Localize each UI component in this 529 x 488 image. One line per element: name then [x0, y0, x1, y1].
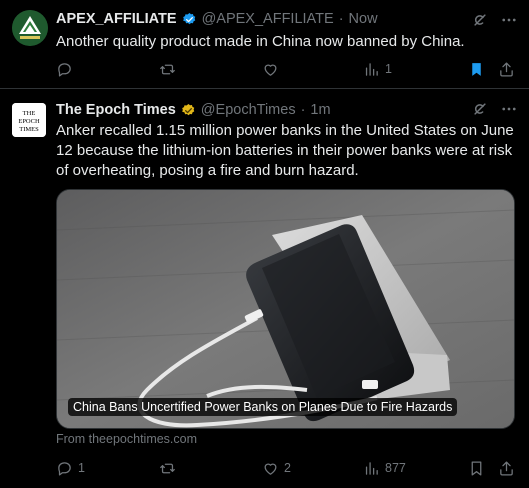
verified-badge-icon [182, 12, 195, 24]
like-button[interactable]: 2 [262, 458, 291, 478]
action-bar: 1 [56, 59, 516, 79]
tweet-epoch-times[interactable]: THE EPOCH TIMES The Epoch Times @EpochTi… [0, 88, 529, 488]
reply-button[interactable]: 1 [56, 458, 85, 478]
apex-logo-icon [12, 10, 48, 46]
share-button[interactable] [498, 458, 515, 478]
tweet-header: APEX_AFFILIATE @APEX_AFFILIATE · Now [56, 9, 378, 29]
like-button[interactable] [262, 59, 284, 79]
card-caption: China Bans Uncertified Power Banks on Pl… [68, 398, 458, 416]
separator-dot: · [300, 102, 306, 118]
timestamp[interactable]: Now [349, 11, 378, 27]
bookmark-button[interactable] [468, 59, 485, 79]
more-options-icon[interactable] [500, 100, 518, 118]
share-button[interactable] [498, 59, 515, 79]
bookmark-icon [471, 460, 482, 476]
author-name[interactable]: The Epoch Times [56, 102, 176, 118]
tweet-apex-affiliate[interactable]: APEX_AFFILIATE @APEX_AFFILIATE · Now Ano… [0, 0, 529, 88]
heart-icon [264, 64, 277, 76]
reply-button[interactable] [56, 59, 78, 79]
repost-button[interactable] [159, 458, 181, 478]
views-button[interactable]: 1 [363, 59, 392, 79]
repost-icon [160, 463, 175, 473]
reply-icon [58, 62, 71, 77]
bookmark-filled-icon [472, 62, 481, 76]
author-handle[interactable]: @EpochTimes [201, 102, 296, 118]
separator-dot: · [338, 11, 344, 27]
author-handle[interactable]: @APEX_AFFILIATE [202, 11, 334, 27]
tweet-text: Anker recalled 1.15 million power banks … [56, 122, 514, 179]
bookmark-button[interactable] [468, 458, 485, 478]
views-count: 1 [385, 62, 392, 76]
svg-text:THE: THE [23, 110, 36, 117]
reply-count: 1 [78, 461, 85, 475]
more-options-icon[interactable] [500, 11, 518, 29]
avatar-epoch-times[interactable]: THE EPOCH TIMES [12, 103, 46, 137]
share-icon [500, 460, 513, 476]
svg-text:TIMES: TIMES [19, 126, 39, 133]
link-card[interactable]: China Bans Uncertified Power Banks on Pl… [56, 189, 515, 429]
views-icon [365, 461, 378, 475]
views-button[interactable]: 877 [363, 458, 406, 478]
share-icon [500, 61, 513, 77]
avatar-apex-affiliate[interactable] [12, 10, 48, 46]
timestamp[interactable]: 1m [310, 102, 330, 118]
reply-icon [58, 461, 71, 476]
like-count: 2 [284, 461, 291, 475]
views-count: 877 [385, 461, 406, 475]
grok-icon[interactable] [471, 11, 489, 29]
svg-text:EPOCH: EPOCH [18, 118, 40, 125]
tweet-text: Another quality product made in China no… [56, 33, 465, 50]
repost-icon [160, 64, 175, 74]
author-name[interactable]: APEX_AFFILIATE [56, 11, 177, 27]
card-source[interactable]: From theepochtimes.com [56, 432, 197, 446]
epoch-times-logo-icon: THE EPOCH TIMES [12, 103, 46, 137]
verified-gold-badge-icon [181, 103, 195, 115]
repost-button[interactable] [159, 59, 181, 79]
action-bar: 1 2 877 [56, 458, 516, 478]
card-image [57, 190, 514, 428]
heart-icon [264, 463, 277, 475]
views-icon [365, 62, 378, 76]
tweet-header: The Epoch Times @EpochTimes · 1m [56, 100, 331, 120]
grok-icon[interactable] [471, 100, 489, 118]
